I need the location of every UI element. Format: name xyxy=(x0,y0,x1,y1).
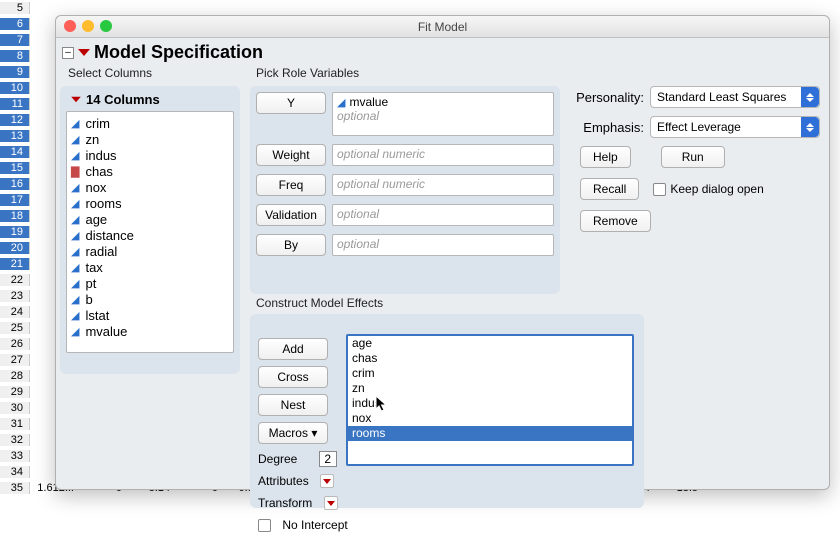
column-item[interactable]: ◢distance xyxy=(71,227,229,243)
effect-item[interactable]: indus xyxy=(348,396,632,411)
role-variables-panel: Y ◢ mvalue optional Weight optional numer… xyxy=(250,86,560,294)
column-item[interactable]: ◢rooms xyxy=(71,195,229,211)
degree-input[interactable] xyxy=(319,451,337,467)
add-button[interactable]: Add xyxy=(258,338,328,360)
continuous-icon: ◢ xyxy=(71,181,79,194)
run-button[interactable]: Run xyxy=(661,146,725,168)
pick-role-label: Pick Role Variables xyxy=(256,66,359,80)
titlebar: Fit Model xyxy=(56,16,829,38)
transform-label: Transform xyxy=(258,496,312,510)
column-item[interactable]: ◢age xyxy=(71,211,229,227)
personality-panel: Personality: Standard Least Squares Emph… xyxy=(570,86,820,146)
keep-open-checkbox[interactable] xyxy=(653,183,666,196)
effect-item[interactable]: rooms xyxy=(348,426,632,441)
freq-button[interactable]: Freq xyxy=(256,174,326,196)
fit-model-dialog: Fit Model – Model Specification Select C… xyxy=(55,15,830,490)
emphasis-select[interactable]: Effect Leverage xyxy=(650,116,820,138)
attributes-label: Attributes xyxy=(258,474,309,488)
nominal-icon: ▇ xyxy=(71,165,79,178)
no-intercept-label: No Intercept xyxy=(282,518,347,532)
recall-button[interactable]: Recall xyxy=(580,178,639,200)
attributes-menu-icon[interactable] xyxy=(320,474,334,488)
continuous-icon: ◢ xyxy=(71,229,79,242)
degree-label: Degree xyxy=(258,452,297,466)
continuous-icon: ◢ xyxy=(71,133,79,146)
column-item[interactable]: ▇chas xyxy=(71,163,229,179)
remove-button[interactable]: Remove xyxy=(580,210,651,232)
continuous-icon: ◢ xyxy=(71,117,79,130)
column-item[interactable]: ◢tax xyxy=(71,259,229,275)
select-columns-panel: 14 Columns ◢crim◢zn◢indus▇chas◢nox◢rooms… xyxy=(60,86,240,374)
column-item[interactable]: ◢radial xyxy=(71,243,229,259)
cross-button[interactable]: Cross xyxy=(258,366,328,388)
select-columns-label: Select Columns xyxy=(68,66,152,80)
y-button[interactable]: Y xyxy=(256,92,326,114)
y-value: mvalue xyxy=(349,95,388,109)
weight-field[interactable]: optional numeric xyxy=(332,144,554,166)
by-button[interactable]: By xyxy=(256,234,326,256)
by-field[interactable]: optional xyxy=(332,234,554,256)
continuous-icon: ◢ xyxy=(71,309,79,322)
dropdown-icon xyxy=(801,117,819,137)
action-buttons-panel: Help Run Recall Keep dialog open Remove xyxy=(570,146,820,232)
column-item[interactable]: ◢pt xyxy=(71,275,229,291)
effects-list[interactable]: agechascrimznindusnoxrooms xyxy=(346,334,634,466)
weight-button[interactable]: Weight xyxy=(256,144,326,166)
continuous-icon: ◢ xyxy=(337,96,345,109)
continuous-icon: ◢ xyxy=(71,213,79,226)
continuous-icon: ◢ xyxy=(71,293,79,306)
effect-item[interactable]: chas xyxy=(348,351,632,366)
effect-item[interactable]: crim xyxy=(348,366,632,381)
macros-button[interactable]: Macros ▾ xyxy=(258,422,328,444)
continuous-icon: ◢ xyxy=(71,261,79,274)
outline-toggle-icon[interactable]: – xyxy=(62,47,74,59)
validation-field[interactable]: optional xyxy=(332,204,554,226)
effect-item[interactable]: age xyxy=(348,336,632,351)
column-item[interactable]: ◢lstat xyxy=(71,307,229,323)
personality-label: Personality: xyxy=(570,90,644,105)
freq-field[interactable]: optional numeric xyxy=(332,174,554,196)
help-button[interactable]: Help xyxy=(580,146,631,168)
continuous-icon: ◢ xyxy=(71,149,79,162)
columns-count-label: 14 Columns xyxy=(86,92,160,107)
column-item[interactable]: ◢indus xyxy=(71,147,229,163)
column-item[interactable]: ◢mvalue xyxy=(71,323,229,339)
personality-select[interactable]: Standard Least Squares xyxy=(650,86,820,108)
continuous-icon: ◢ xyxy=(71,197,79,210)
model-effects-panel: Add Cross Nest Macros ▾ agechascrimznind… xyxy=(250,314,644,508)
column-item[interactable]: ◢nox xyxy=(71,179,229,195)
keep-open-label: Keep dialog open xyxy=(670,182,763,196)
continuous-icon: ◢ xyxy=(71,325,79,338)
column-item[interactable]: ◢crim xyxy=(71,115,229,131)
zoom-icon[interactable] xyxy=(100,20,112,32)
effect-item[interactable]: zn xyxy=(348,381,632,396)
y-field[interactable]: ◢ mvalue optional xyxy=(332,92,554,136)
emphasis-label: Emphasis: xyxy=(570,120,644,135)
columns-disclosure-icon[interactable] xyxy=(71,97,81,103)
nest-button[interactable]: Nest xyxy=(258,394,328,416)
columns-list[interactable]: ◢crim◢zn◢indus▇chas◢nox◢rooms◢age◢distan… xyxy=(66,111,234,353)
no-intercept-checkbox[interactable] xyxy=(258,519,271,532)
y-optional-label: optional xyxy=(337,109,549,123)
effect-item[interactable]: nox xyxy=(348,411,632,426)
dropdown-icon xyxy=(801,87,819,107)
window-title: Fit Model xyxy=(56,16,829,38)
transform-menu-icon[interactable] xyxy=(324,496,338,510)
column-item[interactable]: ◢b xyxy=(71,291,229,307)
disclosure-icon[interactable] xyxy=(78,49,90,56)
validation-button[interactable]: Validation xyxy=(256,204,326,226)
continuous-icon: ◢ xyxy=(71,277,79,290)
minimize-icon[interactable] xyxy=(82,20,94,32)
continuous-icon: ◢ xyxy=(71,245,79,258)
close-icon[interactable] xyxy=(64,20,76,32)
column-item[interactable]: ◢zn xyxy=(71,131,229,147)
model-spec-title: Model Specification xyxy=(94,42,263,63)
construct-effects-label: Construct Model Effects xyxy=(256,296,383,310)
